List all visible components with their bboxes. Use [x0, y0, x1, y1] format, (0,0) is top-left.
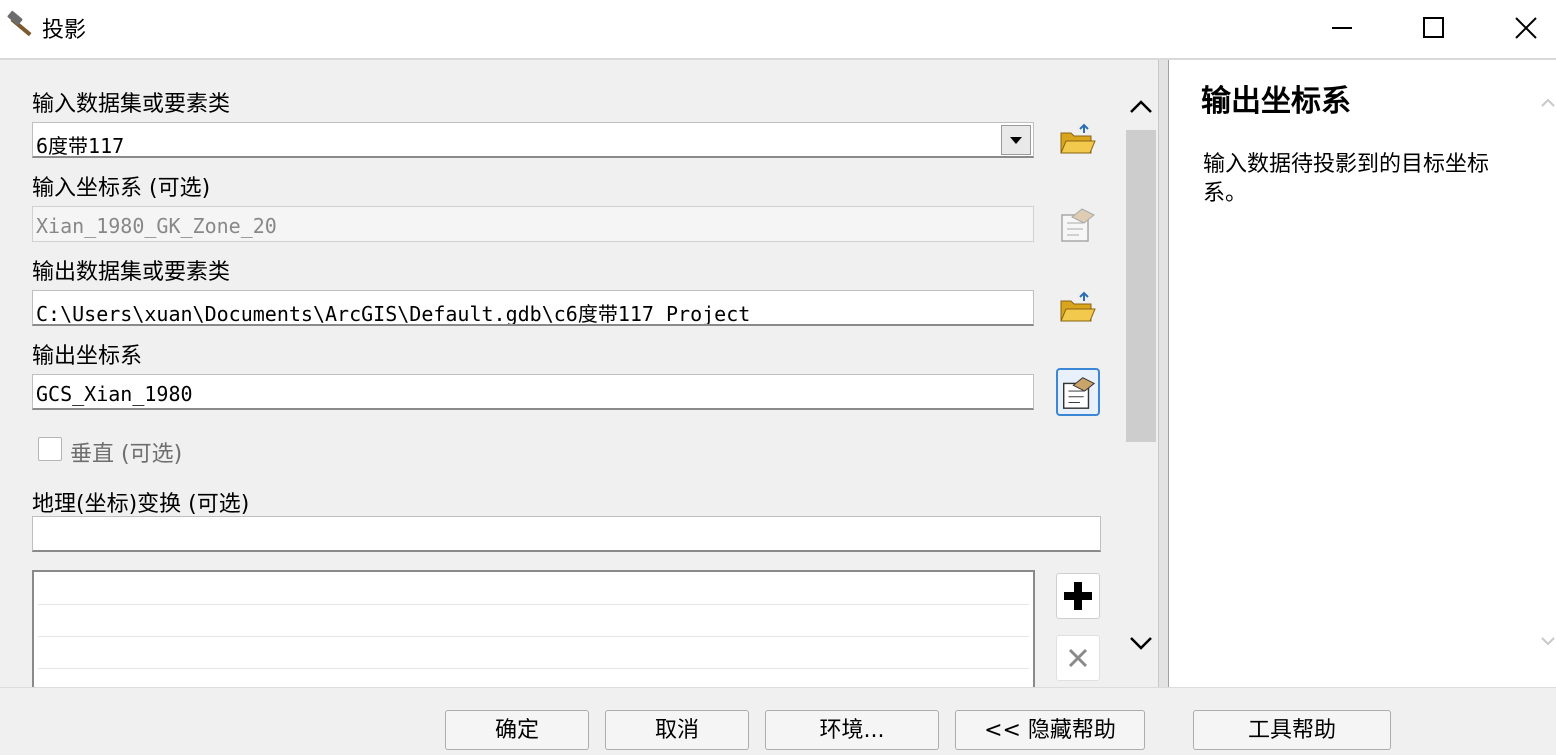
- scroll-down-icon[interactable]: [1540, 634, 1556, 650]
- help-body: 输入数据待投影到的目标坐标系。: [1203, 152, 1490, 206]
- maximize-icon[interactable]: [1414, 8, 1454, 48]
- folder-open-icon: [1060, 123, 1096, 154]
- input-cs-value: Xian_1980_GK_Zone_20: [36, 214, 277, 238]
- minimize-icon[interactable]: [1322, 8, 1362, 48]
- spatial-reference-icon: [1061, 208, 1095, 242]
- ok-button[interactable]: 确定: [445, 710, 589, 750]
- browse-input-button[interactable]: [1056, 119, 1098, 161]
- scroll-down-icon[interactable]: [1126, 628, 1156, 658]
- title-bar: 投影: [0, 0, 1556, 60]
- output-cs-value: GCS_Xian_1980: [36, 382, 193, 406]
- spatial-reference-icon: [1063, 377, 1096, 409]
- scroll-up-icon[interactable]: [1126, 92, 1156, 122]
- list-item: [38, 668, 1029, 669]
- input-dataset-value: 6度带117: [36, 134, 125, 158]
- help-title: 输出坐标系: [1201, 84, 1351, 119]
- input-dataset-combobox[interactable]: 6度带117: [32, 122, 1034, 158]
- remove-transform-button[interactable]: [1056, 635, 1100, 681]
- output-dataset-value: C:\Users\xuan\Documents\ArcGIS\Default.g…: [36, 302, 751, 326]
- cancel-button[interactable]: 取消: [605, 710, 749, 750]
- tool-help-button[interactable]: 工具帮助: [1193, 710, 1391, 750]
- close-icon: [1068, 648, 1088, 668]
- list-item: [38, 604, 1029, 605]
- vertical-label: 垂直 (可选): [70, 442, 183, 467]
- hammer-icon: [7, 10, 32, 37]
- list-item: [38, 636, 1029, 637]
- scroll-up-icon[interactable]: [1540, 94, 1556, 110]
- input-cs-label: 输入坐标系 (可选): [32, 176, 211, 201]
- environments-button[interactable]: 环境...: [765, 710, 939, 750]
- output-cs-label: 输出坐标系: [32, 344, 143, 369]
- dropdown-button[interactable]: [1001, 125, 1031, 155]
- vertical-checkbox[interactable]: [38, 437, 62, 461]
- input-cs-field: Xian_1980_GK_Zone_20: [32, 206, 1034, 242]
- scrollbar-thumb[interactable]: [1126, 130, 1156, 442]
- geo-transform-label: 地理(坐标)变换 (可选): [32, 492, 250, 517]
- chevron-down-icon: [1010, 137, 1022, 144]
- output-cs-input[interactable]: GCS_Xian_1980: [32, 374, 1034, 410]
- output-dataset-input[interactable]: C:\Users\xuan\Documents\ArcGIS\Default.g…: [32, 290, 1034, 326]
- help-pane: 输出坐标系 输入数据待投影到的目标坐标系。: [1168, 60, 1556, 687]
- transform-list[interactable]: [32, 570, 1035, 700]
- plus-icon: [1064, 582, 1092, 610]
- hide-help-button[interactable]: << 隐藏帮助: [955, 710, 1145, 750]
- input-cs-properties-button: [1056, 203, 1098, 245]
- add-transform-button[interactable]: [1056, 573, 1100, 619]
- browse-output-button[interactable]: [1056, 287, 1098, 329]
- close-icon[interactable]: [1506, 8, 1546, 48]
- folder-open-icon: [1060, 291, 1096, 322]
- output-cs-properties-button[interactable]: [1056, 368, 1100, 416]
- output-dataset-label: 输出数据集或要素类: [32, 260, 231, 285]
- input-dataset-label: 输入数据集或要素类: [32, 92, 231, 117]
- geo-transform-input[interactable]: [32, 516, 1101, 552]
- window-title: 投影: [42, 18, 87, 43]
